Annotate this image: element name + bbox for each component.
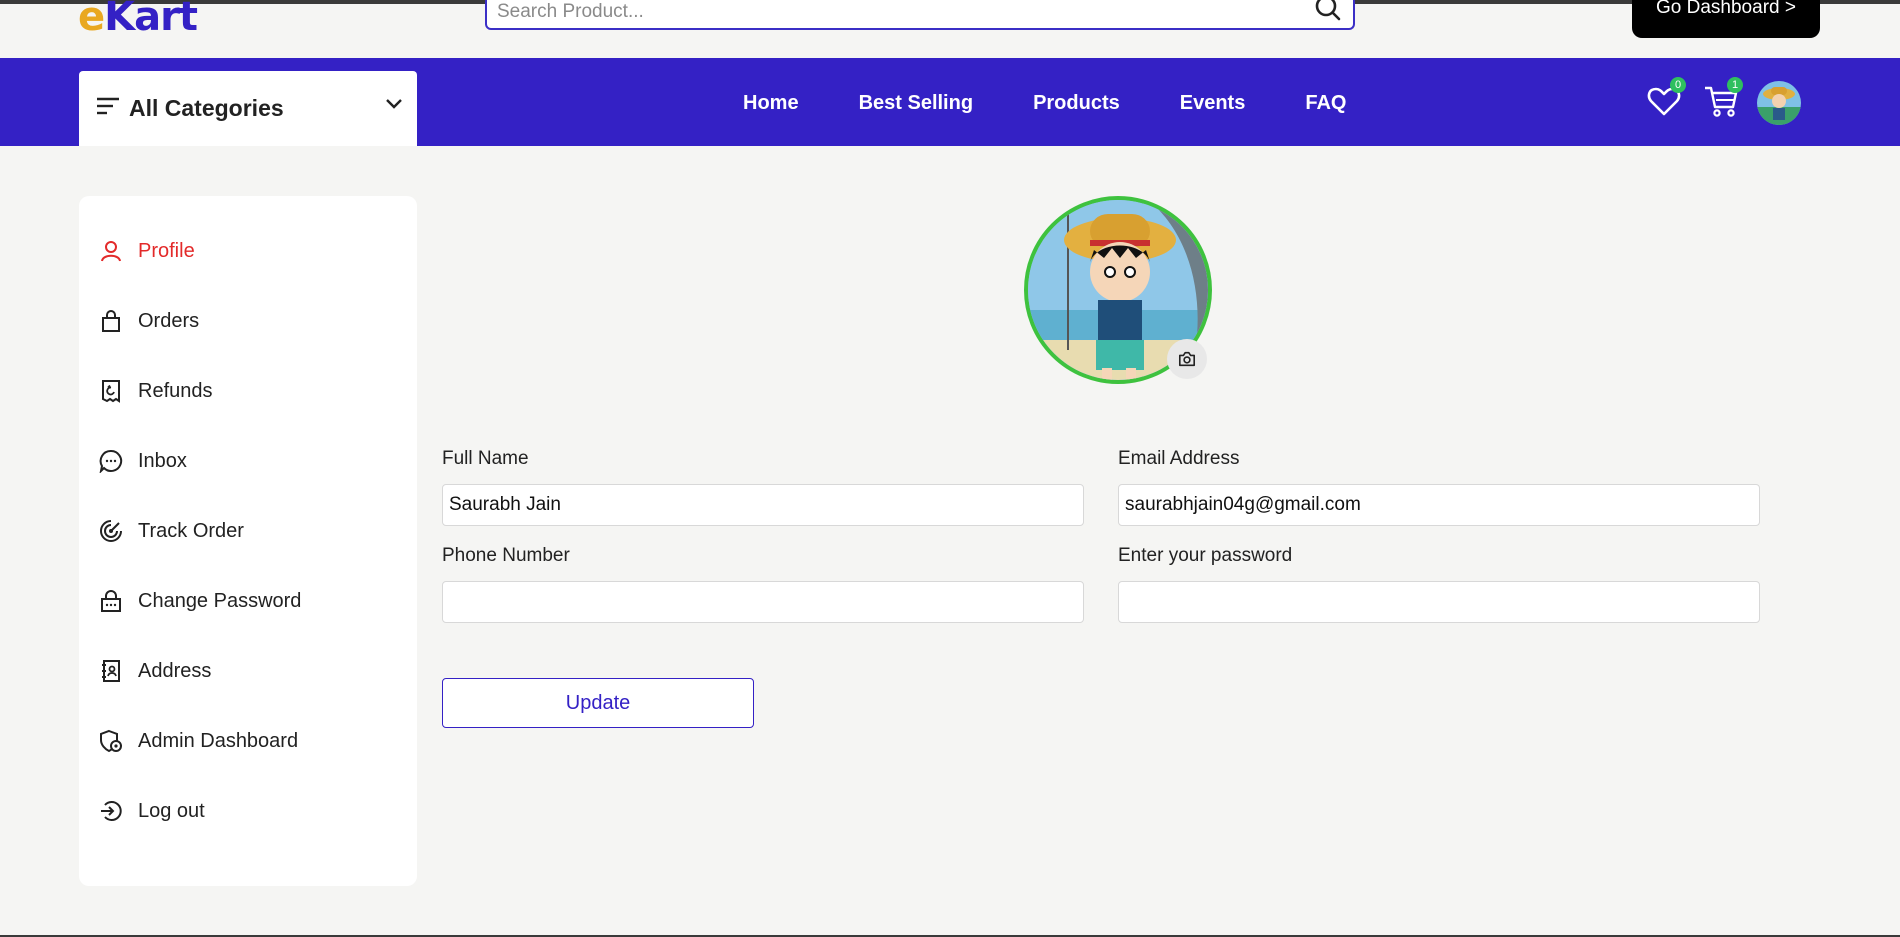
- phone-input[interactable]: [442, 581, 1084, 623]
- avatar-image: [1757, 81, 1801, 125]
- sidebar-item-orders[interactable]: Orders: [99, 306, 199, 336]
- lock-icon: [101, 590, 121, 612]
- user-icon: [101, 241, 121, 262]
- sidebar-item-log-out[interactable]: Log out: [99, 796, 205, 826]
- wishlist-count-badge: 0: [1670, 77, 1686, 93]
- chat-bubble-icon: [99, 449, 123, 473]
- logo[interactable]: eKart: [78, 0, 198, 40]
- user-avatar[interactable]: [1757, 81, 1801, 125]
- nav-best-selling[interactable]: Best Selling: [859, 92, 973, 115]
- nav-events[interactable]: Events: [1180, 92, 1246, 115]
- nav-products[interactable]: Products: [1033, 92, 1120, 115]
- sidebar-item-profile[interactable]: Profile: [99, 236, 195, 266]
- all-categories-label: All Categories: [129, 95, 284, 121]
- header-top: eKart Go Dashboard >: [0, 0, 1900, 58]
- sidebar-item-label: Change Password: [138, 589, 302, 612]
- track-icon: [100, 520, 122, 542]
- sidebar-item-address[interactable]: Address: [99, 656, 211, 686]
- password-label: Enter your password: [1118, 545, 1293, 566]
- sidebar-item-track-order[interactable]: Track Order: [99, 516, 244, 546]
- receipt-refund-icon: [102, 380, 120, 403]
- all-categories-dropdown[interactable]: All Categories: [79, 71, 417, 146]
- sidebar-item-label: Admin Dashboard: [138, 729, 299, 752]
- logo-accent: e: [78, 0, 105, 40]
- sidebar-item-label: Log out: [138, 799, 205, 822]
- sidebar-item-change-password[interactable]: Change Password: [99, 586, 301, 616]
- admin-icon: [100, 729, 122, 753]
- sidebar-item-label: Profile: [138, 239, 195, 262]
- profile-sidebar: Profile Orders Refunds Inbox Track Order…: [79, 196, 417, 886]
- nav-faq[interactable]: FAQ: [1305, 92, 1346, 115]
- sidebar-item-refunds[interactable]: Refunds: [99, 376, 213, 406]
- wishlist-button[interactable]: 0: [1646, 77, 1686, 119]
- sidebar-item-label: Track Order: [138, 519, 244, 542]
- chevron-down-icon: [386, 99, 402, 109]
- nav-home[interactable]: Home: [743, 92, 799, 115]
- sidebar-item-label: Inbox: [138, 449, 187, 472]
- sidebar-item-admin-dashboard[interactable]: Admin Dashboard: [99, 726, 298, 756]
- navbar: All Categories Home Best Selling Product…: [0, 58, 1900, 146]
- email-label: Email Address: [1118, 448, 1240, 469]
- menu-icon: [97, 97, 119, 115]
- logo-rest: Kart: [104, 0, 198, 40]
- update-button[interactable]: Update: [442, 678, 754, 728]
- sidebar-item-label: Address: [138, 659, 212, 682]
- change-avatar-button[interactable]: [1167, 339, 1207, 379]
- search-icon[interactable]: [1313, 0, 1343, 24]
- go-dashboard-button[interactable]: Go Dashboard >: [1632, 0, 1820, 38]
- search-input[interactable]: [497, 0, 1297, 24]
- full-name-input[interactable]: [442, 484, 1084, 526]
- full-name-label: Full Name: [442, 448, 529, 469]
- cart-button[interactable]: 1: [1703, 77, 1743, 119]
- phone-label: Phone Number: [442, 545, 570, 566]
- sidebar-item-label: Refunds: [138, 379, 213, 402]
- sidebar-item-inbox[interactable]: Inbox: [99, 446, 187, 476]
- password-input[interactable]: [1118, 581, 1760, 623]
- bag-icon: [102, 310, 120, 332]
- cart-count-badge: 1: [1727, 77, 1743, 93]
- logout-icon: [101, 801, 122, 821]
- address-book-icon: [102, 660, 120, 682]
- sidebar-item-label: Orders: [138, 309, 200, 332]
- camera-icon: [1178, 351, 1196, 367]
- nav-links: Home Best Selling Products Events FAQ: [743, 92, 1406, 115]
- search-box: [485, 0, 1355, 30]
- email-input[interactable]: [1118, 484, 1760, 526]
